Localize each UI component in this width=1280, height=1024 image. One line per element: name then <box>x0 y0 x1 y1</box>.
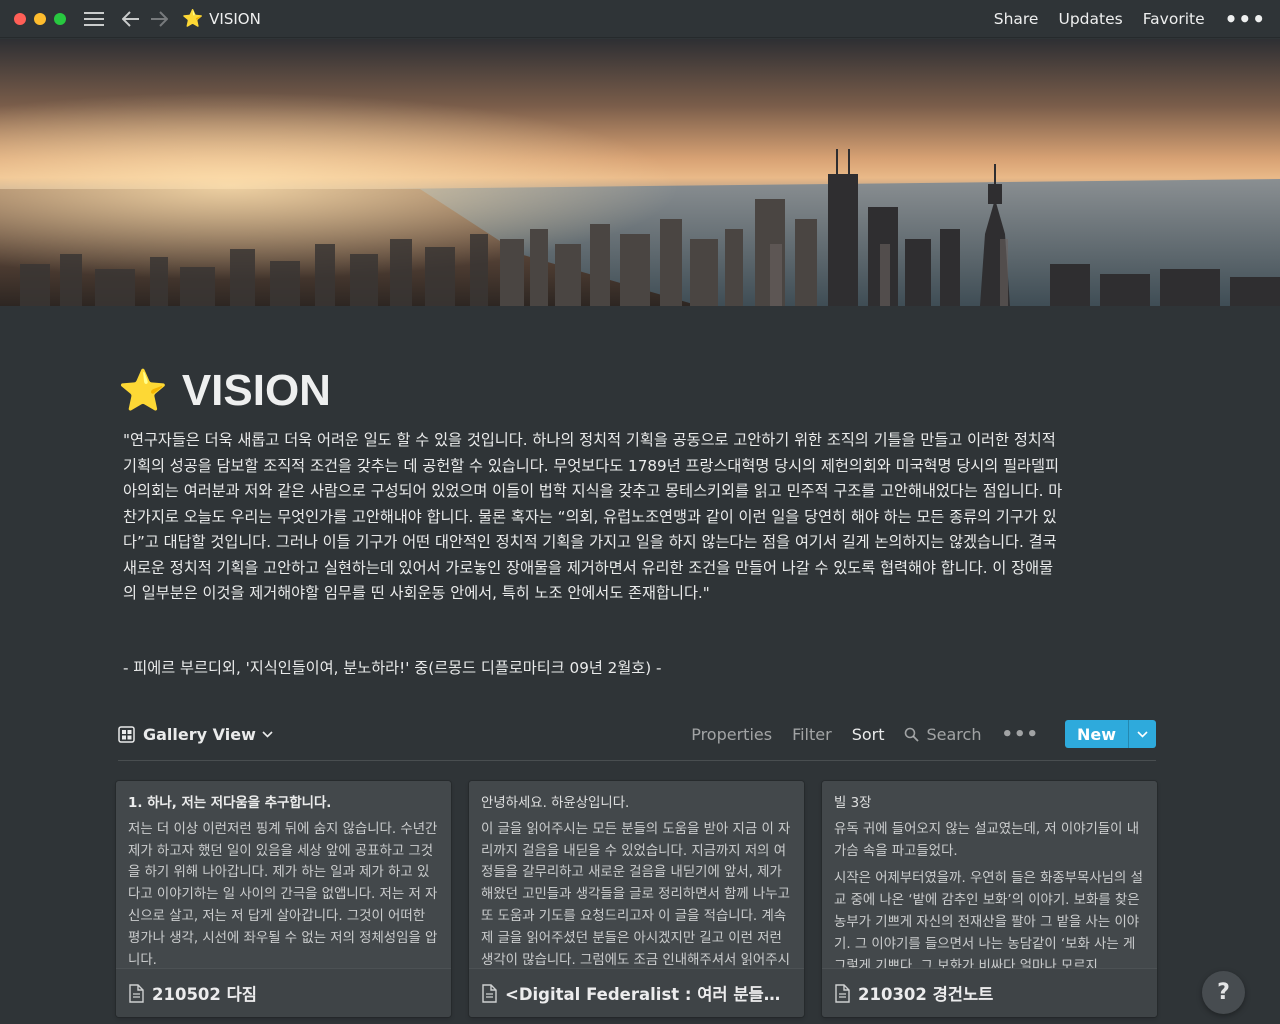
close-window-button[interactable] <box>14 12 26 25</box>
card-preview-heading: 빌 3장 <box>834 796 872 811</box>
window-titlebar: ⭐ VISION Share Updates Favorite ••• <box>0 0 1280 38</box>
card-preview: 안녕하세요. 하윤상입니다. 이 글을 읽어주시는 모든 분들의 도움을 받아 … <box>469 781 804 968</box>
database-view-toolbar: Gallery View Properties Filter Sort Sear… <box>118 718 1156 750</box>
card-title-text: 210502 다짐 <box>152 985 257 1004</box>
filter-button[interactable]: Filter <box>792 725 832 744</box>
sort-button[interactable]: Sort <box>852 725 885 744</box>
more-options-button[interactable]: ••• <box>1225 7 1266 31</box>
card-preview: 1. 하나, 저는 저다움을 추구합니다. 저는 더 이상 이런저런 핑계 뒤에… <box>116 781 451 968</box>
card-title-text: <Digital Federalist : 여러 분들께 드리는 글> <box>505 985 792 1004</box>
page-icon <box>482 983 497 1003</box>
page-icon <box>129 983 144 1003</box>
forward-arrow-icon[interactable] <box>150 10 168 27</box>
help-button[interactable]: ? <box>1202 971 1245 1014</box>
card-title[interactable]: 210302 경건노트 <box>822 968 1157 1017</box>
gallery-card[interactable]: 빌 3장 유독 귀에 들어오지 않는 설교였는데, 저 이야기들이 내 가슴 속… <box>822 781 1157 1017</box>
share-button[interactable]: Share <box>994 10 1039 28</box>
breadcrumb-title: VISION <box>209 9 261 28</box>
card-preview: 빌 3장 유독 귀에 들어오지 않는 설교였는데, 저 이야기들이 내 가슴 속… <box>822 781 1157 968</box>
window-controls <box>14 12 66 25</box>
card-title[interactable]: 210502 다짐 <box>116 968 451 1017</box>
gallery-card[interactable]: 1. 하나, 저는 저다움을 추구합니다. 저는 더 이상 이런저런 핑계 뒤에… <box>116 781 451 1017</box>
gallery-card[interactable]: 안녕하세요. 하윤상입니다. 이 글을 읽어주시는 모든 분들의 도움을 받아 … <box>469 781 804 1017</box>
favorite-button[interactable]: Favorite <box>1143 10 1205 28</box>
card-preview-body: 저는 더 이상 이런저런 핑계 뒤에 숨지 않습니다. 수년간 제가 하고자 했… <box>128 821 438 968</box>
star-icon: ⭐ <box>182 8 204 29</box>
new-dropdown-button[interactable] <box>1128 720 1156 748</box>
sidebar-toggle-icon[interactable] <box>84 11 104 27</box>
quote-paragraph[interactable]: "연구자들은 더욱 새롭고 더욱 어려운 일도 할 수 있을 것입니다. 하나의… <box>123 428 1063 607</box>
toolbar-divider <box>118 760 1156 761</box>
new-button-label[interactable]: New <box>1065 720 1128 748</box>
properties-button[interactable]: Properties <box>691 725 772 744</box>
page-title[interactable]: ⭐ VISION <box>118 366 331 416</box>
card-preview-body: 유독 귀에 들어오지 않는 설교였는데, 저 이야기들이 내 가슴 속을 파고들… <box>834 821 1140 859</box>
view-switcher[interactable]: Gallery View <box>118 725 281 744</box>
card-preview-body-2: 시작은 어제부터였을까. 우연히 들은 화종부목사님의 설교 중에 나온 ‘밭에… <box>834 871 1143 968</box>
view-more-button[interactable]: ••• <box>1001 724 1039 745</box>
search-icon <box>905 727 920 742</box>
search-label: Search <box>926 724 982 744</box>
back-arrow-icon[interactable] <box>122 10 140 27</box>
chevron-down-icon <box>262 730 273 738</box>
city-skyline-image <box>0 39 1280 306</box>
chevron-down-icon <box>1137 730 1148 738</box>
updates-button[interactable]: Updates <box>1058 10 1122 28</box>
breadcrumb-page[interactable]: ⭐ VISION <box>182 9 261 29</box>
cover-image <box>0 39 1280 306</box>
view-name: Gallery View <box>143 724 256 744</box>
card-preview-heading: 안녕하세요. 하윤상입니다. <box>481 796 630 811</box>
card-title-text: 210302 경건노트 <box>858 985 994 1004</box>
page-icon <box>835 983 850 1003</box>
page-title-text[interactable]: VISION <box>182 366 331 416</box>
card-title[interactable]: <Digital Federalist : 여러 분들께 드리는 글> <box>469 968 804 1017</box>
quote-attribution[interactable]: - 피에르 부르디외, '지식인들이여, 분노하라!' 중(르몽드 디플로마티크… <box>123 656 1063 682</box>
zoom-window-button[interactable] <box>54 12 66 25</box>
card-preview-body: 이 글을 읽어주시는 모든 분들의 도움을 받아 지금 이 자리까지 걸음을 내… <box>481 821 791 968</box>
gallery-icon <box>118 725 135 743</box>
new-button[interactable]: New <box>1064 720 1156 748</box>
star-icon[interactable]: ⭐ <box>118 371 168 411</box>
search-button[interactable]: Search <box>904 725 981 744</box>
card-preview-heading: 1. 하나, 저는 저다움을 추구합니다. <box>128 796 332 811</box>
minimize-window-button[interactable] <box>34 12 46 25</box>
